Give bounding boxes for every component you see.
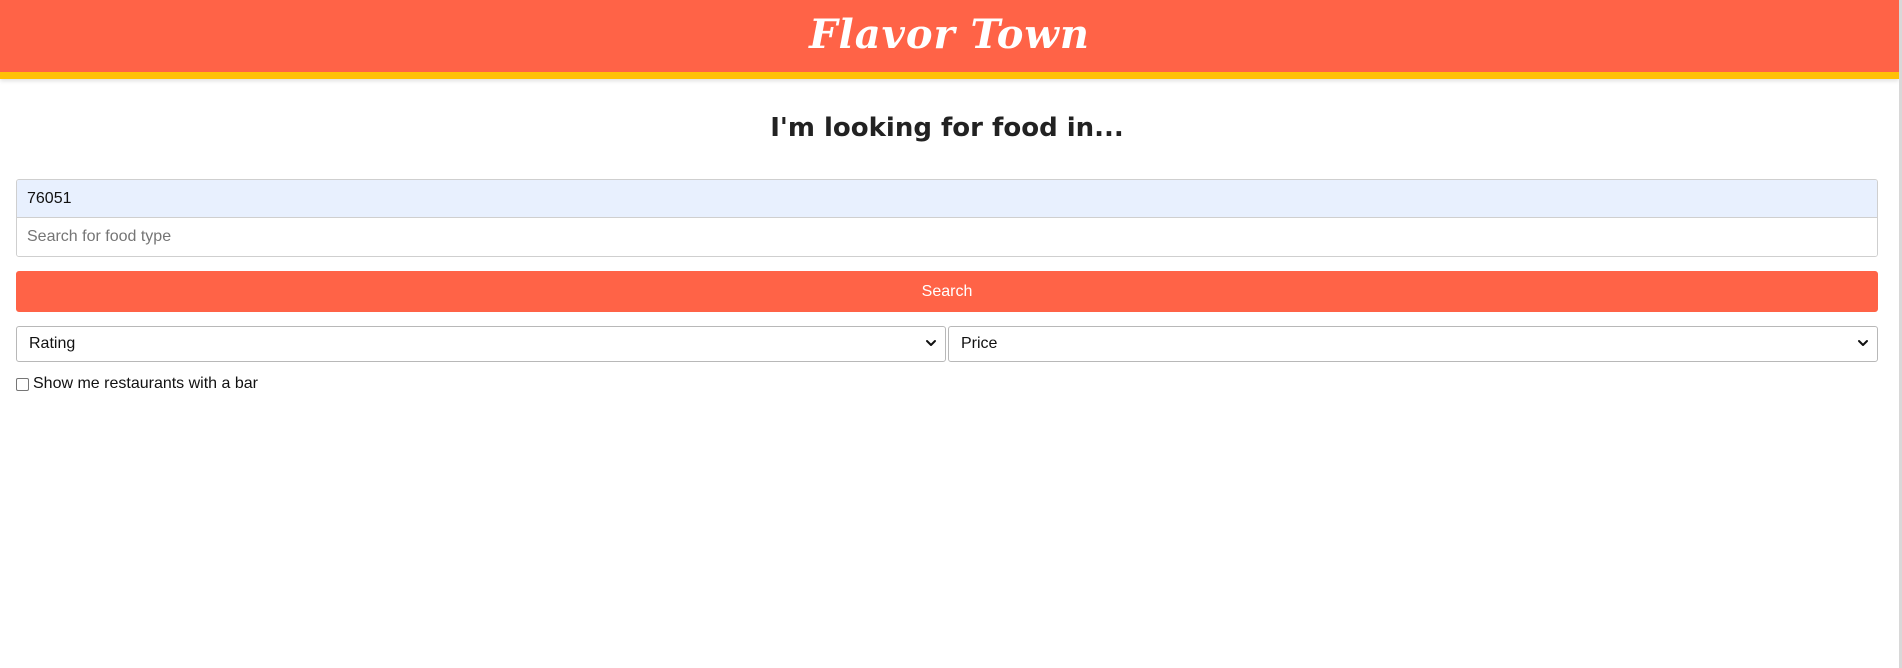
page: Flavor Town I'm looking for food in... S… (0, 0, 1902, 668)
chevron-down-icon (1858, 340, 1868, 346)
price-select[interactable]: Price (948, 326, 1878, 362)
chevron-down-icon (926, 340, 936, 346)
price-select-value: Price (961, 335, 998, 352)
search-input-group (16, 179, 1878, 257)
search-form: Search Rating Price Show me restau (16, 179, 1878, 393)
bar-checkbox-label[interactable]: Show me restaurants with a bar (33, 375, 258, 393)
filter-row: Rating Price (16, 326, 1878, 362)
rating-select-value: Rating (29, 335, 76, 352)
search-button[interactable]: Search (16, 271, 1878, 312)
brand-title[interactable]: Flavor Town (809, 11, 1090, 58)
page-heading: I'm looking for food in... (770, 113, 1124, 143)
location-input[interactable] (17, 180, 1877, 218)
rating-select[interactable]: Rating (16, 326, 946, 362)
food-type-input[interactable] (17, 218, 1877, 256)
bar-checkbox[interactable] (16, 377, 29, 391)
main-content: I'm looking for food in... Search Rating… (16, 110, 1878, 393)
bar-filter-row: Show me restaurants with a bar (16, 375, 1878, 393)
app-header: Flavor Town (0, 0, 1899, 79)
